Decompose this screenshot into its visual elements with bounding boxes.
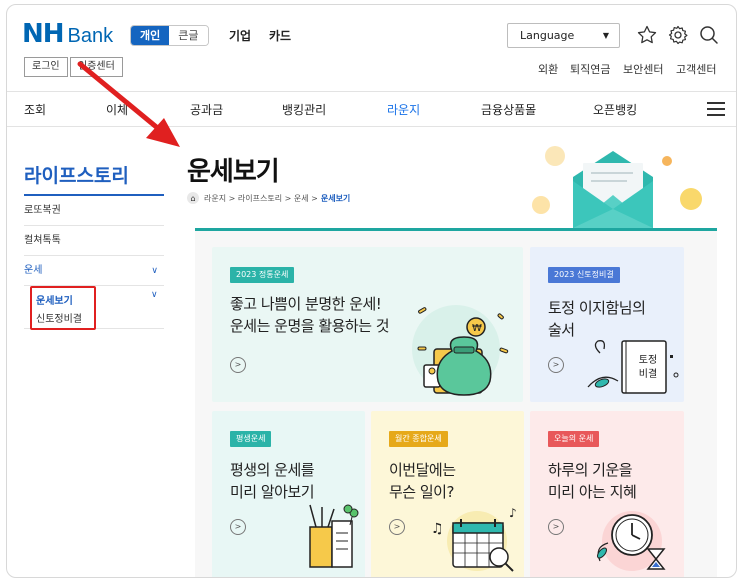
tile-title: 평생의 운세를 미리 알아보기 [230,461,315,501]
star-icon[interactable] [635,23,659,47]
annotation-highlight-box [30,286,96,330]
envelope-illustration [532,146,702,228]
toggle-personal[interactable]: 개인 [131,26,170,45]
tile-tag: 2023 정통운세 [230,267,295,283]
chevron-right-icon[interactable]: > [548,357,564,373]
tile-tag: 평생운세 [230,431,272,447]
chevron-right-icon[interactable]: > [389,519,405,535]
util-link-security[interactable]: 보안센터 [623,61,663,77]
page-frame: NH Bank 개인 큰글 기업 카드 Language ▼ 로그인 인증센터 … [6,4,737,578]
util-link-customer[interactable]: 고객센터 [676,61,716,77]
tile-lifetime-fortune[interactable]: 평생운세 평생의 운세를 미리 알아보기 > [212,411,365,577]
breadcrumb-separator: > [226,193,238,203]
gnb-lounge[interactable]: 라운지 [387,101,420,118]
util-link-pension[interactable]: 퇴직연금 [570,61,610,77]
personal-largefont-toggle: 개인 큰글 [130,25,209,46]
breadcrumb-item[interactable]: 라이프스토리 [238,193,282,204]
gnb-financial-mall[interactable]: 금융상품몰 [481,101,536,118]
tile-monthly-fortune[interactable]: 월간 종합운세 이번달에는 무슨 일이? > ♫ ♪ [371,411,524,577]
gnb-open-banking[interactable]: 오픈뱅킹 [593,101,637,118]
cert-center-button[interactable]: 인증센터 [70,57,123,77]
gear-icon[interactable] [666,23,690,47]
sidebar-item-culture[interactable]: 컬쳐톡톡 [24,226,164,256]
breadcrumb-separator: > [308,193,318,203]
breadcrumb: ⌂ 라운지 > 라이프스토리 > 운세 > 운세보기 [187,192,350,204]
nav-card[interactable]: 카드 [269,27,291,44]
tojeong-book-icon: 토정 비결 [587,340,679,394]
gnb-utility-bills[interactable]: 공과금 [190,101,223,118]
language-select[interactable]: Language ▼ [507,23,620,48]
breadcrumb-item[interactable]: 라운지 [204,193,226,204]
breadcrumb-current: 운세보기 [320,193,351,203]
tile-tag: 오늘의 운세 [548,431,600,447]
sidebar-item-fortune[interactable]: 운세 ∨ [24,256,164,286]
logo-nh: NH [22,19,65,49]
svg-text:♪: ♪ [509,506,517,520]
book-label-line1: 토정 [639,354,657,366]
util-link-forex[interactable]: 외환 [538,61,558,77]
tile-tag: 2023 신토정비결 [548,267,620,283]
sidebar-item-lotto[interactable]: 로또복권 [24,196,164,226]
sidebar-item-label: 운세 [24,265,43,276]
chevron-down-icon: ▼ [602,31,609,40]
gnb-banking-management[interactable]: 뱅킹관리 [282,101,326,118]
home-icon[interactable]: ⌂ [187,192,199,204]
tile-title: 토정 이지함님의 술서 [548,299,646,339]
breadcrumb-item[interactable]: 운세 [294,193,309,204]
tile-title: 하루의 기운을 미리 아는 지혜 [548,461,637,501]
pencil-cup-icon [309,504,359,568]
toggle-large-text[interactable]: 큰글 [169,26,208,45]
book-label-line2: 비결 [639,368,657,380]
money-bag-icon: ₩ [412,305,509,396]
tile-title: 이번달에는 무슨 일이? [389,461,456,501]
chevron-right-icon[interactable]: > [548,519,564,535]
page-title: 운세보기 [187,157,280,187]
search-icon[interactable] [697,23,721,47]
svg-text:♫: ♫ [431,521,444,537]
sidebar-title: 라이프스토리 [24,165,129,187]
nh-bank-logo[interactable]: NH Bank [22,19,114,49]
global-nav: 조회 이체 공과금 뱅킹관리 라운지 금융상품몰 오픈뱅킹 [7,91,736,127]
chevron-right-icon[interactable]: > [230,519,246,535]
menu-icon[interactable] [707,102,725,116]
tile-today-fortune[interactable]: 오늘의 운세 하루의 기운을 미리 아는 지혜 > [530,411,684,577]
tile-title: 좋고 나쁨이 분명한 운세! 운세는 운명을 활용하는 것 [230,295,390,335]
tile-2023-fortune[interactable]: 2023 정통운세 좋고 나쁨이 분명한 운세! 운세는 운명을 활용하는 것 … [212,247,523,402]
chevron-down-icon: ∨ [151,266,158,276]
sidebar-item-label: 컬쳐톡톡 [24,235,61,246]
clock-hourglass-icon [597,511,666,571]
tile-2023-tojeong[interactable]: 2023 신토정비결 토정 이지함님의 술서 > 토정 비결 [530,247,684,402]
gnb-transfer[interactable]: 이체 [106,101,128,118]
nav-business[interactable]: 기업 [229,27,251,44]
gnb-inquiry[interactable]: 조회 [24,101,46,118]
language-select-label: Language [520,29,575,42]
login-button[interactable]: 로그인 [24,57,68,77]
calendar-icon: ♫ ♪ [431,506,517,572]
chevron-right-icon[interactable]: > [230,357,246,373]
sidebar-item-label: 로또복권 [24,205,61,216]
tile-tag: 월간 종합운세 [389,431,448,447]
breadcrumb-separator: > [282,193,294,203]
svg-text:₩: ₩ [472,323,482,334]
logo-bank: Bank [67,25,114,47]
